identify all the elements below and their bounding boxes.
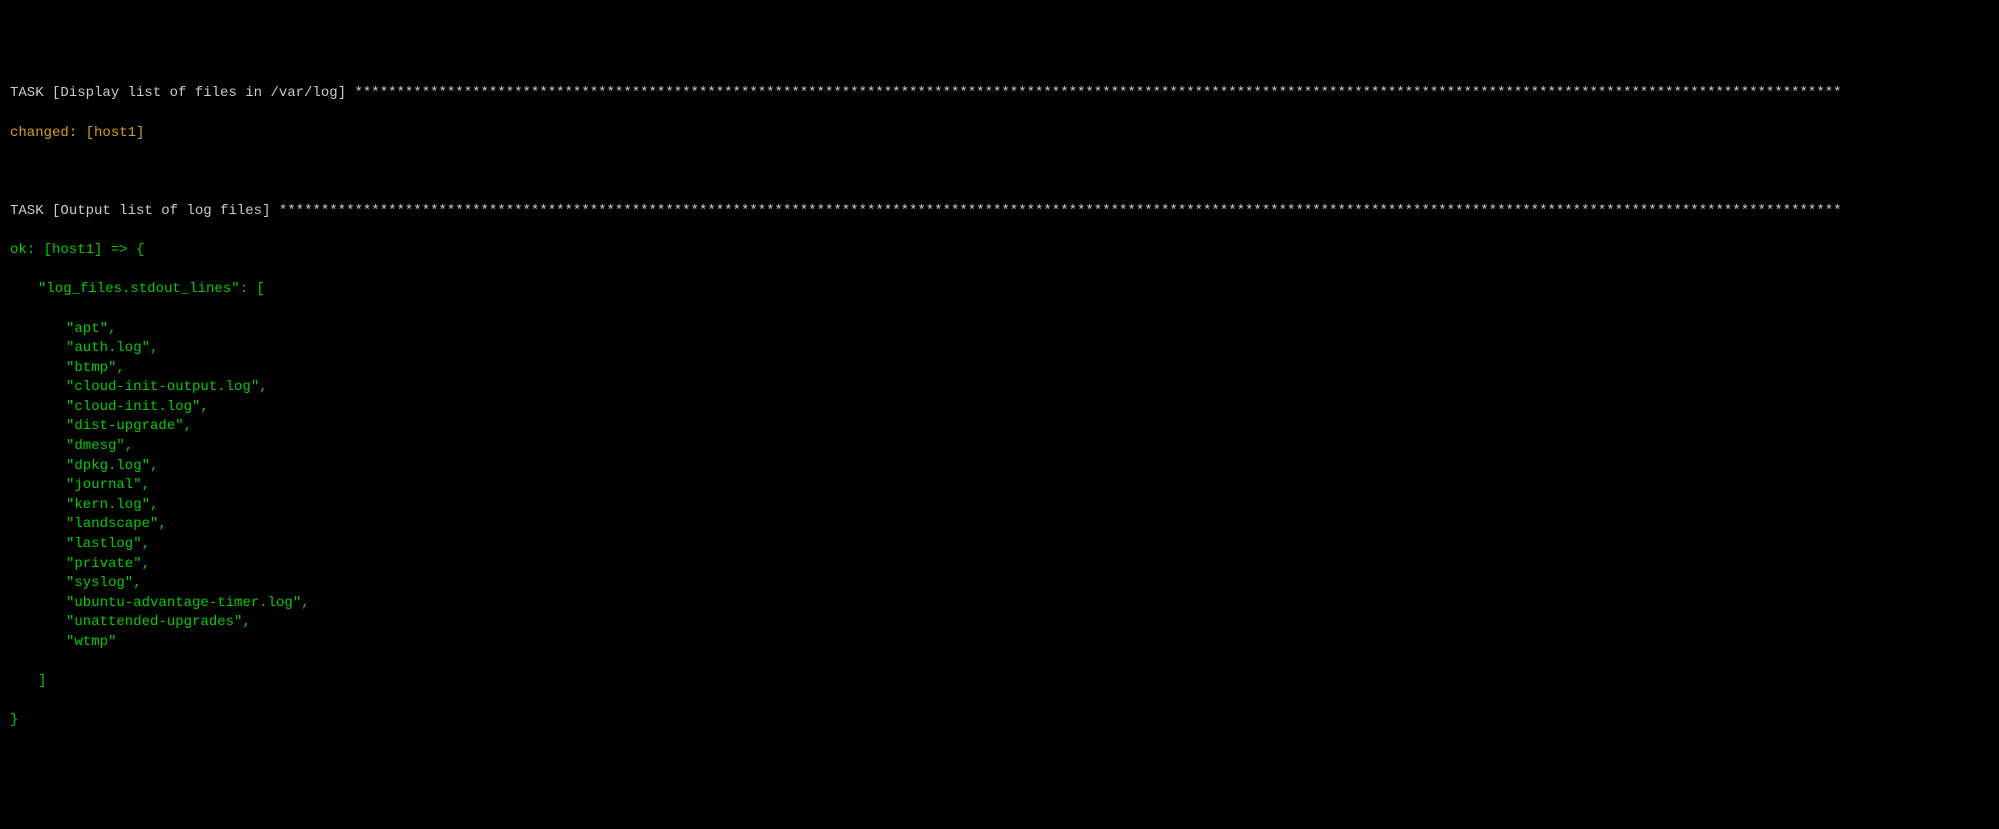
file-entry: "kern.log", (10, 496, 1989, 516)
task2-header: TASK [Output list of log files] ********… (10, 202, 1989, 222)
file-entry: "syslog", (10, 574, 1989, 594)
file-entry: "dmesg", (10, 437, 1989, 457)
task2-close-bracket: ] (10, 672, 1989, 692)
task2-file-list: "apt","auth.log","btmp","cloud-init-outp… (10, 320, 1989, 653)
task2-close-brace: } (10, 711, 1989, 731)
file-entry: "apt", (10, 320, 1989, 340)
file-entry: "wtmp" (10, 633, 1989, 653)
file-entry: "dist-upgrade", (10, 417, 1989, 437)
blank-line (10, 163, 1989, 183)
task1-status-changed: changed: [host1] (10, 124, 1989, 144)
file-entry: "journal", (10, 476, 1989, 496)
file-entry: "cloud-init-output.log", (10, 378, 1989, 398)
file-entry: "dpkg.log", (10, 457, 1989, 477)
task2-ok-line: ok: [host1] => { (10, 241, 1989, 261)
task2-var-name: "log_files.stdout_lines": [ (10, 280, 1989, 300)
file-entry: "ubuntu-advantage-timer.log", (10, 594, 1989, 614)
task1-header: TASK [Display list of files in /var/log]… (10, 84, 1989, 104)
file-entry: "auth.log", (10, 339, 1989, 359)
file-entry: "private", (10, 555, 1989, 575)
file-entry: "lastlog", (10, 535, 1989, 555)
file-entry: "landscape", (10, 515, 1989, 535)
file-entry: "btmp", (10, 359, 1989, 379)
file-entry: "unattended-upgrades", (10, 613, 1989, 633)
file-entry: "cloud-init.log", (10, 398, 1989, 418)
